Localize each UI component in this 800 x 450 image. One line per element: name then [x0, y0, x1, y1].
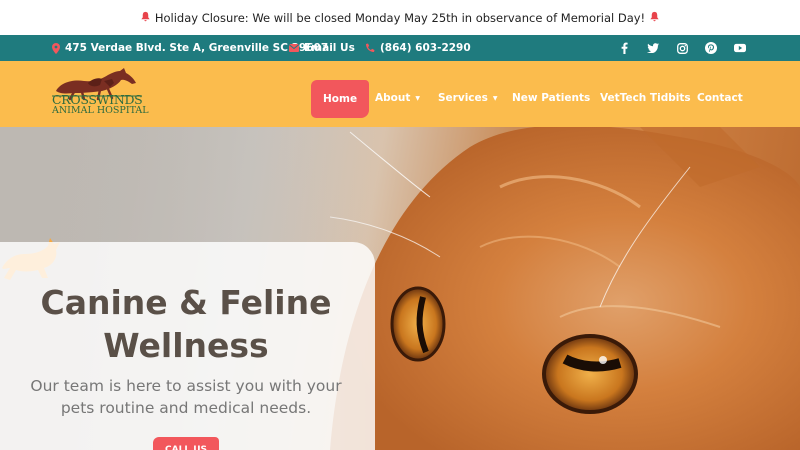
nav-home-label: Home	[323, 93, 358, 105]
alert-text: Holiday Closure: We will be closed Monda…	[154, 10, 646, 25]
logo-name-line2: ANIMAL HOSPITAL	[52, 105, 149, 116]
bell-icon	[649, 11, 660, 24]
nav-services[interactable]: Services ▼	[438, 79, 498, 117]
address-link[interactable]: 475 Verdae Blvd. Ste A, Greenville SC 29…	[52, 35, 328, 61]
caret-down-icon: ▼	[415, 94, 420, 102]
main-navigation-bar: CROSSWINDS ANIMAL HOSPITAL Home About ▼ …	[0, 61, 800, 127]
caret-down-icon: ▼	[492, 94, 498, 102]
hero-text-line1: Our team is here to assist you with your	[30, 377, 342, 395]
hero-description: Our team is here to assist you with your…	[0, 375, 372, 419]
nav-new-patients[interactable]: New Patients	[512, 79, 590, 117]
social-links	[618, 35, 746, 61]
nav-about-label: About	[375, 92, 411, 104]
map-marker-icon	[52, 42, 60, 54]
pinterest-icon[interactable]	[705, 42, 717, 54]
phone-icon	[365, 43, 375, 53]
phone-text: (864) 603-2290	[380, 42, 471, 54]
hero-title-line2: Wellness	[103, 326, 269, 365]
phone-link[interactable]: (864) 603-2290	[365, 35, 471, 61]
email-link[interactable]: Email Us	[289, 35, 355, 61]
facebook-icon[interactable]	[618, 42, 630, 54]
logo-name-line1: CROSSWINDS	[52, 92, 143, 107]
nav-vettech-tidbits[interactable]: VetTech Tidbits	[600, 79, 691, 117]
holiday-alert-bar: Holiday Closure: We will be closed Monda…	[0, 0, 800, 35]
bell-icon	[140, 11, 151, 24]
nav-contact[interactable]: Contact	[697, 79, 743, 117]
nav-new-patients-label: New Patients	[512, 92, 591, 104]
call-us-button[interactable]: CALL US	[153, 437, 219, 450]
nav-services-label: Services	[438, 92, 488, 104]
nav-home[interactable]: Home	[311, 80, 370, 118]
hero-title-line1: Canine & Feline	[40, 283, 332, 322]
hero-text-line2: pets routine and medical needs.	[60, 399, 312, 417]
instagram-icon[interactable]	[676, 42, 688, 54]
hero-title: Canine & Feline Wellness	[0, 281, 372, 367]
nav-contact-label: Contact	[697, 92, 743, 104]
email-label: Email Us	[304, 42, 355, 54]
logo-wordmark: CROSSWINDS ANIMAL HOSPITAL	[52, 92, 149, 116]
nav-vettech-label: VetTech Tidbits	[600, 92, 691, 104]
twitter-icon[interactable]	[647, 42, 659, 54]
youtube-icon[interactable]	[734, 42, 746, 54]
nav-about[interactable]: About ▼	[375, 79, 420, 117]
contact-info-bar: 475 Verdae Blvd. Ste A, Greenville SC 29…	[0, 35, 800, 61]
envelope-icon	[289, 44, 299, 52]
